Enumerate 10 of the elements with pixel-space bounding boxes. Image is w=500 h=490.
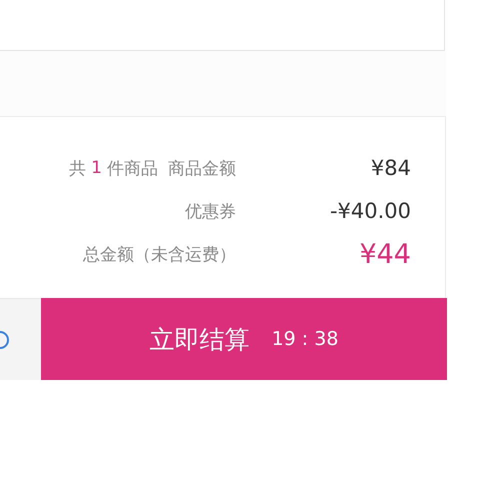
item-count-prefix: 共	[69, 158, 86, 180]
item-count: 1	[91, 158, 102, 178]
total-amount: ¥44	[359, 238, 411, 270]
summary-label: 优惠券	[185, 200, 236, 222]
item-count-suffix: 件商品	[107, 158, 158, 180]
summary-label: 商品金额	[168, 158, 236, 180]
checkout-button[interactable]: 立即结算 19 : 38	[41, 298, 447, 380]
summary-label: 总金额（未含运费）	[83, 244, 236, 266]
discount-amount: -¥40.00	[330, 199, 411, 223]
subtotal-amount: ¥84	[370, 156, 411, 180]
